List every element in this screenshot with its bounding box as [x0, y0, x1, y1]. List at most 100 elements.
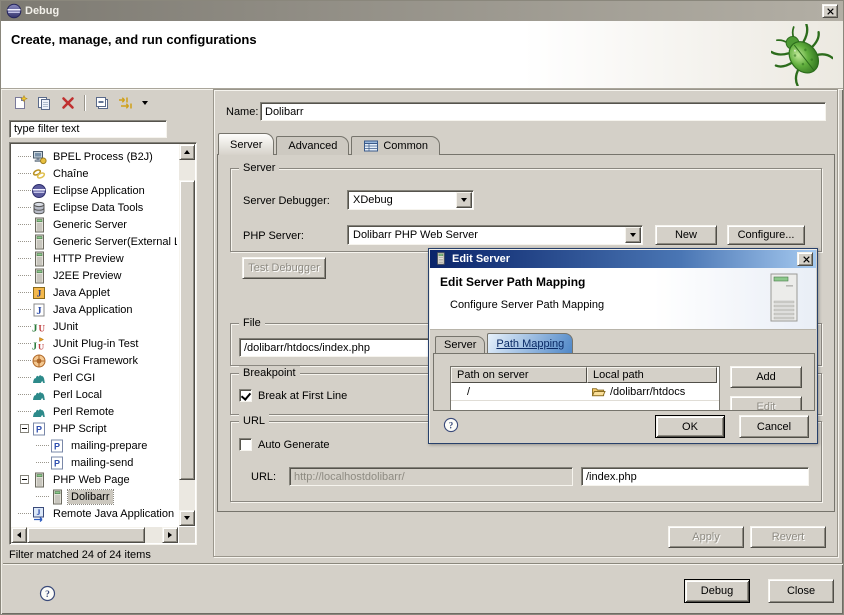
- revert-button[interactable]: Revert: [750, 526, 826, 548]
- php-server-select[interactable]: Dolibarr PHP Web Server: [347, 225, 643, 245]
- toolbar-dropdown-arrow-icon[interactable]: [139, 93, 151, 113]
- scrollbar-thumb[interactable]: [179, 180, 195, 480]
- tree-item-eclipse-application[interactable]: Eclipse Application: [12, 182, 177, 199]
- column-header-path-on-server[interactable]: Path on server: [451, 367, 587, 383]
- url-label: URL:: [251, 471, 276, 483]
- tree-item-mailing-prepare[interactable]: Pmailing-prepare: [12, 437, 177, 454]
- url-group-legend: URL: [239, 414, 269, 428]
- toolbar-delete-button[interactable]: [57, 93, 79, 113]
- server-icon: [31, 217, 47, 233]
- tree-item-junit-plug-in-test[interactable]: JUJUnit Plug-in Test: [12, 335, 177, 352]
- perl-icon: [31, 387, 47, 403]
- tree-connector: [18, 173, 31, 174]
- window-close-button[interactable]: [822, 4, 838, 18]
- svg-text:?: ?: [449, 420, 453, 430]
- tree-item-java-applet[interactable]: JJava Applet: [12, 284, 177, 301]
- debug-button[interactable]: Debug: [684, 579, 750, 603]
- tree-item-generic-server-external-la[interactable]: Generic Server(External La: [12, 233, 177, 250]
- duplicate-icon: [36, 95, 52, 111]
- edit-mapping-button[interactable]: Edit: [730, 396, 802, 411]
- tree-item-junit[interactable]: JUJUnit: [12, 318, 177, 335]
- dialog-tab-path-mapping[interactable]: Path Mapping: [487, 333, 573, 353]
- help-icon[interactable]: ?: [443, 417, 459, 433]
- auto-generate-checkbox[interactable]: [239, 438, 252, 451]
- chain-icon: [31, 166, 47, 182]
- perl-icon: [31, 404, 47, 420]
- window-title: Debug: [25, 1, 59, 21]
- chevron-down-icon[interactable]: [456, 192, 472, 208]
- toolbar-new-config-button[interactable]: [9, 93, 31, 113]
- tree-item-bpel-process-b2j[interactable]: BPEL Process (B2J): [12, 148, 177, 165]
- collapse-expander-icon[interactable]: [20, 475, 29, 484]
- server-debugger-select[interactable]: XDebug: [347, 190, 474, 210]
- tree-item-mailing-send[interactable]: Pmailing-send: [12, 454, 177, 471]
- osgi-icon: [31, 353, 47, 369]
- server-group-legend: Server: [239, 161, 279, 175]
- filter-status-text: Filter matched 24 of 24 items: [9, 549, 151, 561]
- chevron-down-icon[interactable]: [625, 227, 641, 243]
- tree-item-perl-remote[interactable]: Perl Remote: [12, 403, 177, 420]
- filter-input[interactable]: [9, 120, 167, 138]
- server-icon: [31, 251, 47, 267]
- add-mapping-button[interactable]: Add: [730, 366, 802, 388]
- svg-text:J: J: [32, 322, 38, 334]
- scroll-up-button[interactable]: [179, 144, 195, 160]
- toolbar-filter-button[interactable]: [115, 93, 137, 113]
- mapping-row[interactable]: //dolibarr/htdocs: [451, 383, 719, 400]
- scrollbar-thumb[interactable]: [27, 527, 145, 543]
- data-tools-icon: [31, 200, 47, 216]
- toolbar-collapse-all-button[interactable]: [91, 93, 113, 113]
- tab-advanced[interactable]: Advanced: [276, 136, 349, 155]
- tree-item-eclipse-data-tools[interactable]: Eclipse Data Tools: [12, 199, 177, 216]
- tab-server[interactable]: Server: [218, 133, 274, 155]
- cancel-button[interactable]: Cancel: [739, 415, 809, 438]
- tree-item-perl-local[interactable]: Perl Local: [12, 386, 177, 403]
- test-debugger-button[interactable]: Test Debugger: [242, 257, 326, 279]
- tree-item-http-preview[interactable]: HTTP Preview: [12, 250, 177, 267]
- scroll-right-button[interactable]: [162, 527, 178, 543]
- tree-horizontal-scrollbar[interactable]: [11, 527, 178, 543]
- file-group-legend: File: [239, 316, 265, 330]
- tree-item-php-web-page[interactable]: PHP Web Page: [12, 471, 177, 488]
- apply-button[interactable]: Apply: [668, 526, 744, 548]
- server-icon: [31, 472, 47, 488]
- dialog-close-button[interactable]: [797, 252, 813, 266]
- collapse-expander-icon[interactable]: [20, 424, 29, 433]
- server-icon: [434, 252, 447, 265]
- tree-item-generic-server[interactable]: Generic Server: [12, 216, 177, 233]
- break-first-line-checkbox[interactable]: [239, 389, 252, 402]
- tree-item-osgi-framework[interactable]: OSGi Framework: [12, 352, 177, 369]
- tree-item-perl-cgi[interactable]: Perl CGI: [12, 369, 177, 386]
- configure-server-button[interactable]: Configure...: [727, 225, 805, 245]
- tree-item-j2ee-preview[interactable]: J2EE Preview: [12, 267, 177, 284]
- window-titlebar[interactable]: Debug: [1, 1, 843, 21]
- dialog-tab-server[interactable]: Server: [435, 336, 485, 353]
- tree-item-java-application[interactable]: JJava Application: [12, 301, 177, 318]
- tree-item-cha-ne[interactable]: Chaîne: [12, 165, 177, 182]
- tab-common[interactable]: Common: [351, 136, 440, 155]
- dialog-titlebar[interactable]: Edit Server: [430, 250, 816, 268]
- name-input[interactable]: [260, 102, 826, 121]
- new-server-button[interactable]: New: [655, 225, 717, 245]
- column-header-local-path[interactable]: Local path: [587, 367, 717, 383]
- tree-item-dolibarr[interactable]: Dolibarr: [12, 488, 177, 505]
- junit-plugin-icon: JU: [31, 336, 47, 352]
- toolbar-duplicate-button[interactable]: [33, 93, 55, 113]
- common-tab-icon: [363, 138, 379, 154]
- scroll-left-button[interactable]: [11, 527, 27, 543]
- scroll-down-button[interactable]: [179, 510, 195, 526]
- ok-button[interactable]: OK: [655, 415, 725, 438]
- tree-connector: [18, 343, 31, 344]
- dialog-tabs: ServerPath Mapping: [435, 333, 575, 353]
- eclipse-logo-icon: [6, 3, 22, 19]
- close-button[interactable]: Close: [768, 579, 834, 603]
- dialog-heading: Edit Server Path Mapping: [440, 275, 585, 289]
- tree-connector: [18, 394, 31, 395]
- tree-connector: [18, 224, 31, 225]
- tree-vertical-scrollbar[interactable]: [179, 144, 195, 526]
- help-icon[interactable]: ?: [39, 585, 56, 602]
- tree-item-remote-java-application[interactable]: JRemote Java Application: [12, 505, 177, 522]
- base-url-input: [289, 467, 573, 486]
- tree-item-php-script[interactable]: PPHP Script: [12, 420, 177, 437]
- url-path-input[interactable]: [581, 467, 809, 486]
